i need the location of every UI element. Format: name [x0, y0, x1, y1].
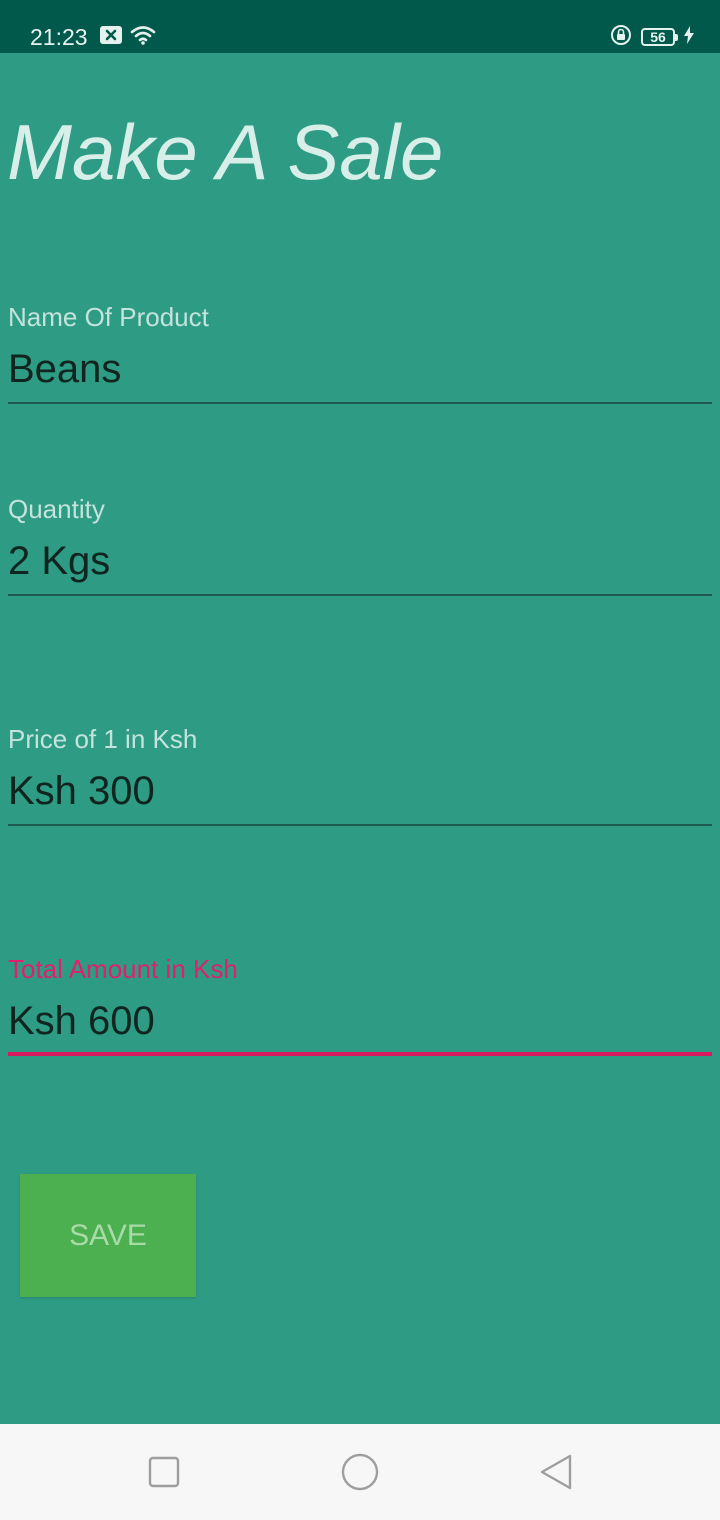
navigation-bar [0, 1424, 720, 1520]
page-title: Make A Sale [7, 108, 444, 196]
unit-price-field[interactable]: Price of 1 in Ksh Ksh 300 [8, 724, 712, 826]
battery-level: 56 [650, 29, 666, 45]
product-name-label: Name Of Product [8, 302, 209, 332]
status-right-icons: 56 [610, 24, 694, 51]
save-button[interactable]: SAVE [20, 1174, 196, 1297]
total-amount-label: Total Amount in Ksh [8, 954, 238, 984]
wifi-icon [130, 25, 156, 50]
quantity-input[interactable]: 2 Kgs [8, 538, 712, 596]
notification-x-icon [100, 25, 122, 49]
charging-bolt-icon [684, 25, 694, 49]
unit-price-label: Price of 1 in Ksh [8, 724, 198, 754]
total-amount-field[interactable]: Total Amount in Ksh Ksh 600 [8, 954, 712, 1056]
status-left-icons [100, 25, 156, 49]
home-circle-icon[interactable] [340, 1452, 380, 1492]
status-bar: 21:23 56 [0, 0, 720, 53]
status-time: 21:23 [30, 24, 88, 50]
rotation-lock-icon [610, 24, 632, 51]
total-amount-input[interactable]: Ksh 600 [8, 998, 712, 1056]
back-triangle-icon[interactable] [536, 1452, 576, 1492]
recents-square-icon[interactable] [144, 1452, 184, 1492]
quantity-field[interactable]: Quantity 2 Kgs [8, 494, 712, 596]
product-name-input[interactable]: Beans [8, 346, 712, 404]
unit-price-input[interactable]: Ksh 300 [8, 768, 712, 826]
product-name-field[interactable]: Name Of Product Beans [8, 302, 712, 404]
battery-icon: 56 [641, 28, 678, 46]
quantity-label: Quantity [8, 494, 105, 524]
